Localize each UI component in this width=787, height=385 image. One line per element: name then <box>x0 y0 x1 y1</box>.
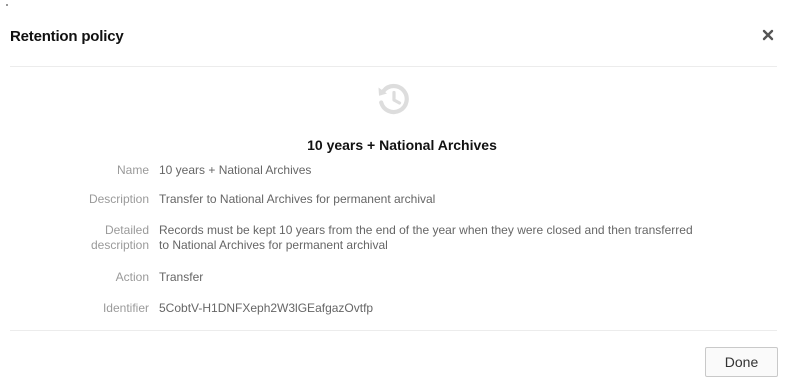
history-icon <box>378 83 409 115</box>
detail-value: Records must be kept 10 years from the e… <box>159 223 779 253</box>
close-icon <box>762 29 774 41</box>
detail-value-line: to National Archives for permanent archi… <box>159 238 388 252</box>
detail-value: Transfer to National Archives for perman… <box>159 192 436 206</box>
detail-label: Identifier <box>102 301 149 315</box>
detail-value: 10 years + National Archives <box>159 163 312 177</box>
detail-label: Detailed description <box>0 223 149 253</box>
detail-label: Description <box>88 192 149 206</box>
detail-value: 5CobtV-H1DNFXeph2W3lGEafgazOvtfp <box>159 301 374 315</box>
detail-value-line: Records must be kept 10 years from the e… <box>159 223 693 237</box>
dialog-title: Retention policy <box>10 28 124 45</box>
policy-heading: 10 years + National Archives <box>307 137 497 153</box>
corner-dot <box>6 4 8 6</box>
detail-value: Transfer <box>159 270 204 284</box>
retention-policy-dialog: Retention policy 10 years + National Arc… <box>0 0 787 385</box>
footer-divider <box>10 330 777 331</box>
close-button[interactable] <box>759 26 777 44</box>
detail-label: Action <box>115 270 149 284</box>
dialog-header: Retention policy <box>10 0 777 67</box>
detail-label-line: Detailed <box>104 223 149 237</box>
done-button[interactable]: Done <box>705 347 778 377</box>
detail-label: Name <box>116 163 149 177</box>
detail-label-line: description <box>90 238 149 252</box>
